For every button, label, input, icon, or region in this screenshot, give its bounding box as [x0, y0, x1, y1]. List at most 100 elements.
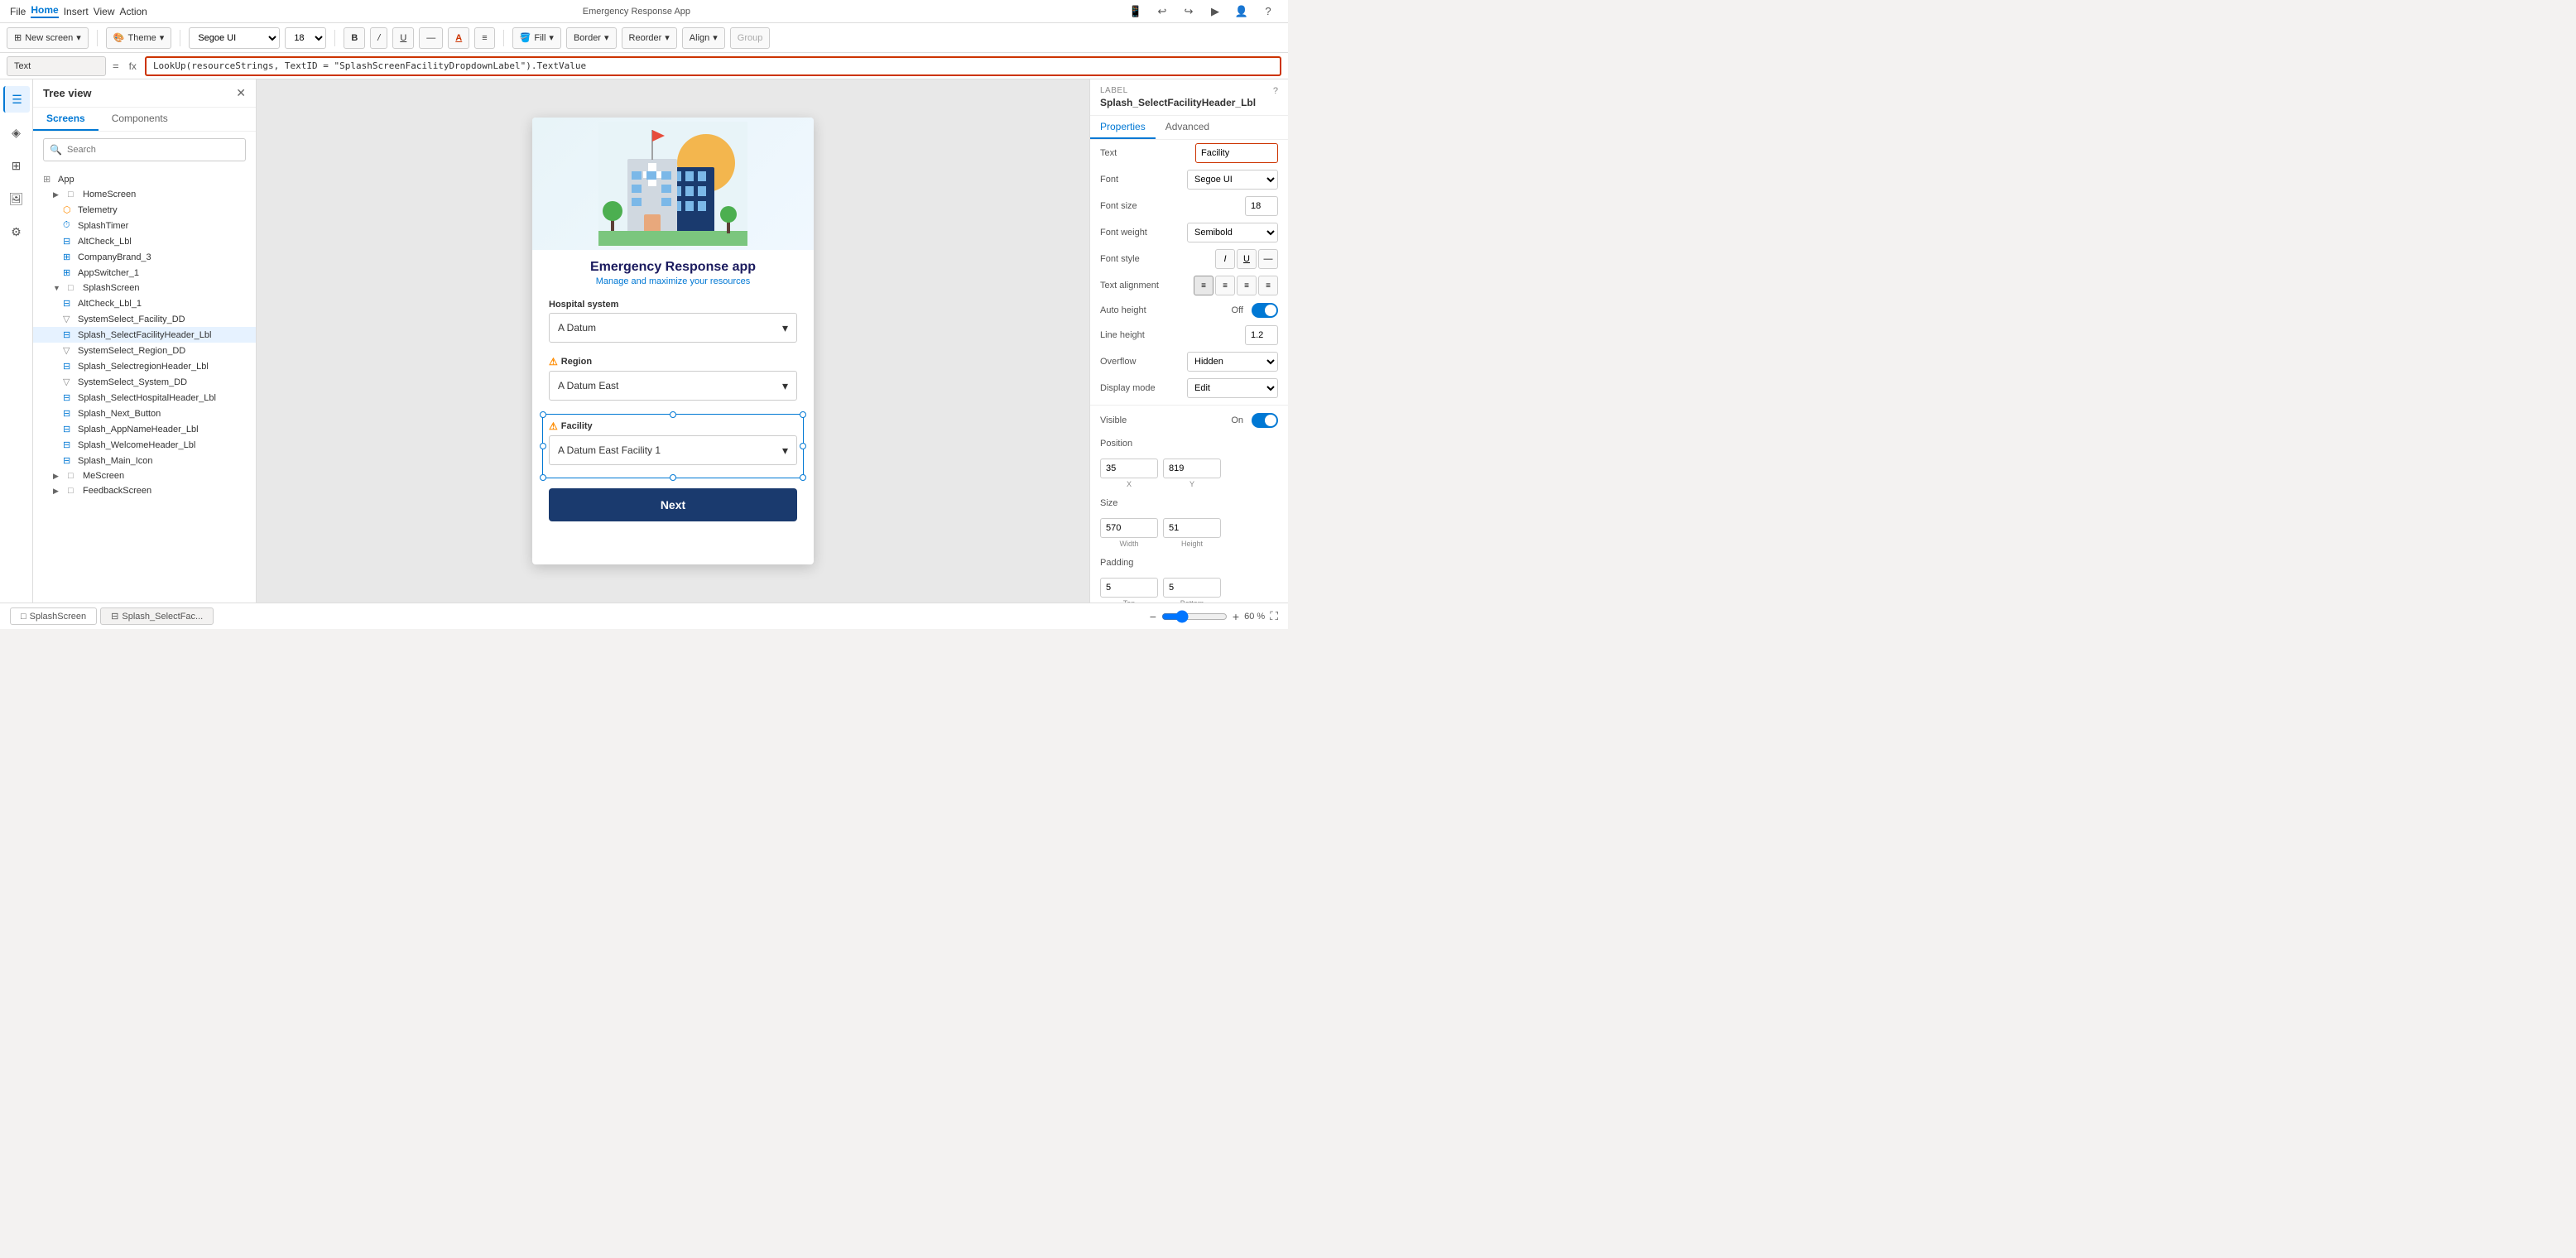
formula-fx-button[interactable]: fx: [126, 60, 140, 72]
reorder-button[interactable]: Reorder ▾: [622, 27, 677, 49]
strikethrough-button[interactable]: —: [419, 27, 443, 49]
text-color-button[interactable]: A: [448, 27, 469, 49]
tree-item-systemselect-region[interactable]: ▽ SystemSelect_Region_DD: [33, 343, 256, 358]
new-screen-button[interactable]: ⊞ New screen ▾: [7, 27, 89, 49]
tree-item-splashscreen[interactable]: ▼ □ SplashScreen: [33, 281, 256, 295]
italic-button[interactable]: /: [370, 27, 387, 49]
sidebar-media-icon[interactable]: 🖼: [3, 185, 30, 212]
fit-screen-button[interactable]: ⛶: [1270, 609, 1278, 623]
handle-bottom-right[interactable]: [800, 474, 806, 481]
padding-top-input[interactable]: [1100, 578, 1158, 598]
overflow-select[interactable]: Hidden: [1187, 352, 1278, 372]
theme-button[interactable]: 🎨 Theme ▾: [106, 27, 171, 49]
border-button[interactable]: Border ▾: [566, 27, 617, 49]
tree-item-systemselect-system[interactable]: ▽ SystemSelect_System_DD: [33, 374, 256, 390]
person-icon[interactable]: 👤: [1232, 2, 1252, 22]
status-tab-splashscreen[interactable]: □ SplashScreen: [10, 607, 97, 625]
tree-item-altcheck-lbl[interactable]: ⊟ AltCheck_Lbl: [33, 233, 256, 249]
menu-action[interactable]: Action: [120, 6, 147, 17]
strikethrough-style-button[interactable]: —: [1258, 249, 1278, 269]
phone-icon[interactable]: 📱: [1126, 2, 1146, 22]
search-input[interactable]: [43, 138, 246, 161]
font-size-input[interactable]: [1245, 196, 1278, 216]
tree-item-splash-appname[interactable]: ⊟ Splash_AppNameHeader_Lbl: [33, 421, 256, 437]
line-height-input[interactable]: [1245, 325, 1278, 345]
play-icon[interactable]: ▶: [1205, 2, 1225, 22]
tab-advanced[interactable]: Advanced: [1156, 116, 1219, 139]
menu-file[interactable]: File: [10, 6, 26, 17]
group-button[interactable]: Group: [730, 27, 771, 49]
tree-item-app[interactable]: ⊞ App: [33, 171, 256, 187]
tab-components[interactable]: Components: [99, 108, 181, 131]
auto-height-toggle[interactable]: [1252, 303, 1278, 318]
tree-item-splash-welcome[interactable]: ⊟ Splash_WelcomeHeader_Lbl: [33, 437, 256, 453]
region-dropdown[interactable]: A Datum East ▾: [549, 371, 797, 401]
menu-insert[interactable]: Insert: [64, 6, 89, 17]
tab-screens[interactable]: Screens: [33, 108, 99, 131]
redo-icon[interactable]: ↪: [1179, 2, 1199, 22]
hospital-system-dropdown[interactable]: A Datum ▾: [549, 313, 797, 343]
sidebar-components-icon[interactable]: ◈: [3, 119, 30, 146]
tree-close-button[interactable]: ✕: [236, 86, 246, 100]
zoom-slider[interactable]: [1161, 610, 1228, 623]
underline-button[interactable]: U: [392, 27, 414, 49]
align-right-button[interactable]: ≡: [1237, 276, 1257, 295]
size-height-input[interactable]: [1163, 518, 1221, 538]
formula-label[interactable]: Text: [7, 56, 106, 76]
tree-item-homescreen[interactable]: ▶ □ HomeScreen: [33, 187, 256, 202]
next-button[interactable]: Next: [549, 488, 797, 521]
font-family-select[interactable]: Segoe UI: [189, 27, 280, 49]
text-align-button[interactable]: ≡: [474, 27, 494, 49]
tab-properties[interactable]: Properties: [1090, 116, 1156, 139]
zoom-in-button[interactable]: +: [1233, 610, 1239, 623]
tree-item-splash-next[interactable]: ⊟ Splash_Next_Button: [33, 406, 256, 421]
align-button[interactable]: Align ▾: [682, 27, 725, 49]
help-circle-icon[interactable]: ?: [1273, 86, 1278, 96]
sidebar-data-icon[interactable]: ⊞: [3, 152, 30, 179]
display-mode-select[interactable]: Edit: [1187, 378, 1278, 398]
tree-item-altcheck-lbl-1[interactable]: ⊟ AltCheck_Lbl_1: [33, 295, 256, 311]
font-weight-select[interactable]: Semibold: [1187, 223, 1278, 242]
visible-toggle[interactable]: [1252, 413, 1278, 428]
size-width-input[interactable]: [1100, 518, 1158, 538]
sidebar-tree-icon[interactable]: ☰: [3, 86, 30, 113]
handle-middle-right[interactable]: [800, 443, 806, 449]
font-size-select[interactable]: 18: [285, 27, 326, 49]
canvas-area[interactable]: Emergency Response app Manage and maximi…: [257, 79, 1089, 603]
padding-bottom-input[interactable]: [1163, 578, 1221, 598]
underline-style-button[interactable]: U: [1237, 249, 1257, 269]
align-left-button[interactable]: ≡: [1194, 276, 1214, 295]
tree-item-mescreen[interactable]: ▶ □ MeScreen: [33, 468, 256, 483]
handle-middle-left[interactable]: [540, 443, 546, 449]
zoom-out-button[interactable]: −: [1150, 610, 1156, 623]
tree-item-splash-icon[interactable]: ⊟ Splash_Main_Icon: [33, 453, 256, 468]
bold-button[interactable]: B: [344, 27, 365, 49]
align-center-button[interactable]: ≡: [1215, 276, 1235, 295]
handle-bottom-middle[interactable]: [670, 474, 676, 481]
formula-input[interactable]: LookUp(resourceStrings, TextID = "Splash…: [145, 56, 1281, 76]
tree-item-companybrand[interactable]: ⊞ CompanyBrand_3: [33, 249, 256, 265]
tree-item-splash-selectfacility[interactable]: ⊟ Splash_SelectFacilityHeader_Lbl ⋯: [33, 327, 256, 343]
menu-home[interactable]: Home: [31, 4, 58, 18]
tree-item-splash-selecthospital[interactable]: ⊟ Splash_SelectHospitalHeader_Lbl: [33, 390, 256, 406]
undo-icon[interactable]: ↩: [1152, 2, 1172, 22]
text-input[interactable]: [1195, 143, 1278, 163]
italic-style-button[interactable]: I: [1215, 249, 1235, 269]
fill-button[interactable]: 🪣 Fill ▾: [512, 27, 561, 49]
tree-item-feedbackscreen[interactable]: ▶ □ FeedbackScreen: [33, 483, 256, 498]
facility-dropdown[interactable]: A Datum East Facility 1 ▾: [549, 435, 797, 465]
position-y-input[interactable]: [1163, 459, 1221, 478]
menu-view[interactable]: View: [94, 6, 115, 17]
tree-item-appswitcher[interactable]: ⊞ AppSwitcher_1: [33, 265, 256, 281]
sidebar-settings-icon[interactable]: ⚙: [3, 218, 30, 245]
align-justify-button[interactable]: ≡: [1258, 276, 1278, 295]
tree-item-systemselect-facility[interactable]: ▽ SystemSelect_Facility_DD: [33, 311, 256, 327]
tree-item-telemetry[interactable]: ⬡ Telemetry: [33, 202, 256, 218]
help-icon[interactable]: ?: [1258, 2, 1278, 22]
handle-bottom-left[interactable]: [540, 474, 546, 481]
tree-item-splash-selectregion[interactable]: ⊟ Splash_SelectregionHeader_Lbl: [33, 358, 256, 374]
font-select[interactable]: Segoe UI: [1187, 170, 1278, 190]
position-x-input[interactable]: [1100, 459, 1158, 478]
tree-item-splashtimer[interactable]: ⏱ SplashTimer: [33, 218, 256, 233]
status-tab-splash-selectfac[interactable]: ⊟ Splash_SelectFac...: [100, 607, 214, 625]
